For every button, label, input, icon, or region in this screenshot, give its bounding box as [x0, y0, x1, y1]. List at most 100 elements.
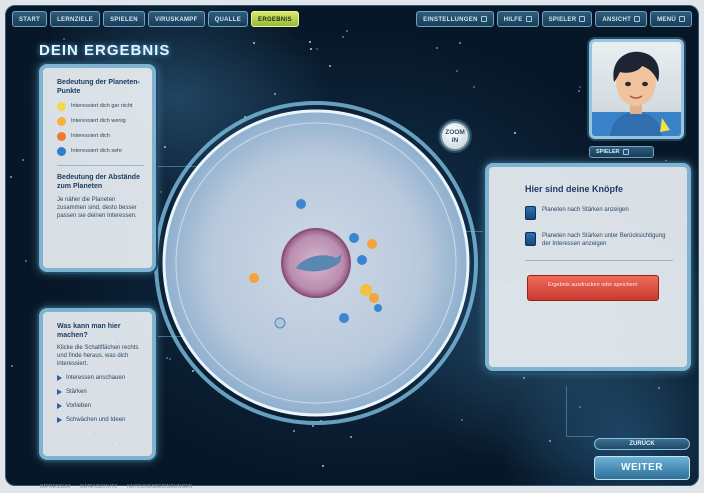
legend-dot-icon	[57, 147, 66, 156]
player-button[interactable]: SPIELER	[589, 146, 654, 158]
toggle-option[interactable]: Planeten nach Stärken unter Berücksichti…	[525, 232, 673, 248]
nav-menu-3[interactable]: ANSICHT	[595, 11, 648, 27]
star-icon	[578, 90, 580, 92]
help-text: Klicke die Schaltflächen rechts und find…	[57, 345, 139, 367]
planet-dot[interactable]	[374, 304, 382, 312]
arrow-right-icon	[57, 389, 62, 395]
toggle-label: Planeten nach Stärken unter Berücksichti…	[542, 233, 666, 247]
chevron-down-icon	[634, 16, 641, 23]
help-title: Was kann man hier machen?	[57, 323, 121, 339]
help-list-item[interactable]: Vorlieben	[57, 402, 144, 410]
star-icon	[316, 48, 318, 50]
divider	[525, 260, 673, 261]
planet-dot[interactable]	[360, 284, 372, 296]
planet-dot[interactable]	[349, 233, 359, 243]
nav-item-label: VIRUSKAMPF	[154, 17, 198, 23]
planet-dot[interactable]	[296, 199, 306, 209]
connector-line	[566, 386, 567, 436]
star-icon	[459, 42, 461, 44]
planet-dot[interactable]	[339, 313, 349, 323]
avatar-boy-icon	[592, 51, 681, 136]
help-list: Interessen anschauen Stärken Vorlieben Schw…	[57, 374, 144, 424]
nav-menu-2[interactable]: SPIELER	[541, 11, 593, 27]
help-item-label: Schwächen und Ideen	[66, 417, 126, 423]
chevron-down-icon	[679, 16, 685, 23]
star-icon	[342, 36, 344, 38]
nav-item-spielen[interactable]: SPIELEN	[103, 11, 145, 27]
nav-menu-label: EINSTELLUNGEN	[423, 17, 478, 23]
legend-item: Interessiert dich	[57, 132, 144, 141]
star-icon	[329, 65, 331, 67]
top-navigation: START LERNZIELE SPIELEN VIRUSKAMPF QUALLE ERG…	[12, 11, 692, 29]
nav-item-viruskampf[interactable]: VIRUSKAMPF	[147, 11, 205, 27]
chevron-down-icon	[480, 16, 487, 23]
planet-dot[interactable]	[357, 255, 367, 265]
nav-item-label: SPIELEN	[110, 17, 138, 23]
divider	[57, 165, 144, 166]
legend-dot-icon	[57, 102, 66, 111]
footer-link[interactable]: DATENSCHUTZ	[80, 482, 117, 492]
next-button[interactable]: WEITER	[594, 456, 690, 480]
legend-item: Interessiert dich gar nicht	[57, 102, 144, 111]
star-icon	[658, 387, 660, 389]
legend-item: Interessiert dich wenig	[57, 117, 144, 126]
connector-line	[566, 436, 594, 437]
nav-item-label: QUALLE	[214, 17, 242, 23]
nav-menu-4[interactable]: MENÜ	[650, 11, 692, 27]
print-button[interactable]: Ergebnis ausdrucken oder speichern	[527, 275, 659, 301]
nav-item-ergebnis[interactable]: ERGEBNIS	[251, 11, 299, 27]
help-item-label: Interessen anschauen	[66, 375, 126, 381]
legend-item: Interessiert dich sehr	[57, 147, 144, 156]
star-icon	[350, 436, 352, 438]
star-icon	[309, 41, 311, 43]
avatar[interactable]	[589, 39, 684, 139]
back-button[interactable]: ZURÜCK	[594, 438, 690, 450]
help-item-label: Vorlieben	[66, 403, 92, 409]
help-item-label: Stärken	[66, 389, 87, 395]
legend-section-text: Je näher die Planeten zusammen sind, des…	[57, 197, 137, 219]
star-icon	[473, 86, 475, 88]
footer-link[interactable]: IMPRESSUM	[40, 482, 70, 492]
nav-menu-label: ANSICHT	[602, 17, 632, 23]
star-icon	[293, 430, 295, 432]
main-nav: START LERNZIELE SPIELEN VIRUSKAMPF QUALLE ERG…	[12, 11, 299, 27]
nav-item-label: START	[19, 17, 41, 23]
legend-list: Interessiert dich gar nicht Interessiert …	[57, 102, 144, 156]
nav-item-label: ERGEBNIS	[258, 17, 292, 23]
nav-item-lernziele[interactable]: LERNZIELE	[50, 11, 101, 27]
toggle-option[interactable]: Planeten nach Stärken anzeigen	[525, 206, 673, 220]
star-icon	[523, 377, 525, 379]
star-icon	[346, 30, 348, 32]
nav-item-start[interactable]: START	[12, 11, 48, 27]
star-icon	[63, 38, 65, 40]
star-icon	[10, 176, 12, 178]
toggle-button[interactable]	[525, 206, 536, 220]
zoom-button[interactable]: ZOOM IN	[440, 121, 470, 151]
star-icon	[274, 93, 276, 95]
help-list-item[interactable]: Stärken	[57, 388, 144, 396]
star-icon	[665, 160, 667, 162]
help-list-item[interactable]: Schwächen und Ideen	[57, 416, 144, 424]
arrow-right-icon	[57, 403, 62, 409]
help-list-item[interactable]: Interessen anschauen	[57, 374, 144, 382]
toggle-button[interactable]	[525, 232, 536, 246]
legend-label: Interessiert dich	[71, 133, 110, 139]
star-icon	[11, 365, 13, 367]
planet-dot[interactable]	[367, 239, 377, 249]
nav-menu-label: SPIELER	[548, 17, 577, 23]
planet-dot[interactable]	[369, 293, 379, 303]
player-button-label: SPIELER	[596, 149, 620, 155]
toggle-label: Planeten nach Stärken anzeigen	[542, 207, 629, 213]
footer-link[interactable]: NUTZUNGSBEDINGUNGEN	[127, 482, 192, 492]
chevron-down-icon	[579, 16, 586, 23]
star-icon	[436, 47, 438, 49]
planet-dot[interactable]	[274, 317, 286, 329]
chevron-down-icon	[525, 16, 532, 23]
planet-dot[interactable]	[249, 273, 259, 283]
nav-item-qualle[interactable]: QUALLE	[207, 11, 249, 27]
legend-title: Bedeutung der Planeten-Punkte	[57, 79, 140, 95]
star-icon	[579, 86, 581, 88]
nav-menu-0[interactable]: EINSTELLUNGEN	[416, 11, 494, 27]
nav-menu-1[interactable]: HILFE	[496, 11, 539, 27]
planet-system[interactable]	[146, 98, 486, 428]
